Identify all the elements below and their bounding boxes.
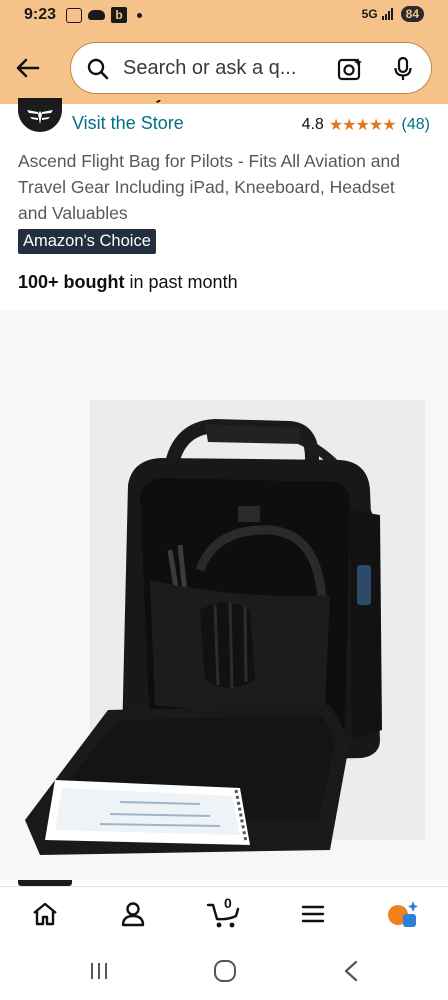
battery-badge: 84: [400, 6, 424, 22]
product-page: 9:23 b 5G 84 Search or ask a q... Visit …: [0, 0, 448, 1000]
cart-count-badge: 0: [224, 895, 232, 911]
bought-period: in past month: [124, 272, 238, 292]
rating-summary[interactable]: 4.8 ★★★★★ (48): [302, 115, 430, 135]
more-notifications-dot-icon: [137, 12, 142, 18]
b-app-icon: b: [111, 7, 127, 23]
recent-apps-icon[interactable]: [88, 960, 110, 982]
amazons-choice-badge: Amazon's Choice: [18, 229, 156, 254]
star-rating-icon: ★★★★★: [328, 117, 397, 134]
account-icon[interactable]: [118, 899, 148, 929]
bought-count: 100+ bought: [18, 272, 125, 292]
rating-value: 4.8: [301, 116, 324, 133]
back-chevron-icon[interactable]: [342, 960, 360, 982]
review-count[interactable]: (48): [402, 116, 430, 134]
search-icon: [87, 58, 109, 80]
product-title: Ascend Flight Bag for Pilots - Fits All …: [18, 151, 400, 223]
rufus-icon[interactable]: [386, 899, 420, 929]
network-label: 5G: [361, 7, 378, 21]
search-input[interactable]: Search or ask a q...: [123, 57, 296, 80]
product-image[interactable]: [0, 310, 448, 880]
status-right: 5G 84: [362, 6, 424, 22]
purchase-count: 100+ bought in past month: [18, 272, 238, 293]
menu-icon[interactable]: [298, 899, 328, 929]
visit-store-link[interactable]: Visit the Store: [72, 113, 184, 134]
search-bar[interactable]: Search or ask a q...: [70, 42, 432, 94]
system-navigation-bar: [0, 942, 448, 1000]
signal-icon: [381, 8, 393, 20]
flight-bag-image: [0, 310, 448, 880]
cloud-icon: [88, 10, 105, 20]
back-arrow-icon[interactable]: [14, 54, 42, 82]
app-header: 9:23 b 5G 84 Search or ask a q...: [0, 0, 448, 104]
home-icon[interactable]: [30, 899, 60, 929]
microphone-icon[interactable]: [393, 56, 413, 82]
notification-icons: b: [66, 7, 142, 23]
home-circle-icon[interactable]: [213, 960, 237, 982]
brand-wings-icon: [27, 110, 53, 124]
status-bar: 9:23 b 5G 84: [0, 0, 448, 32]
screenshot-icon: [66, 7, 82, 23]
brand-logo[interactable]: [18, 98, 62, 132]
camera-search-icon[interactable]: [337, 57, 363, 81]
status-time: 9:23: [24, 6, 57, 23]
